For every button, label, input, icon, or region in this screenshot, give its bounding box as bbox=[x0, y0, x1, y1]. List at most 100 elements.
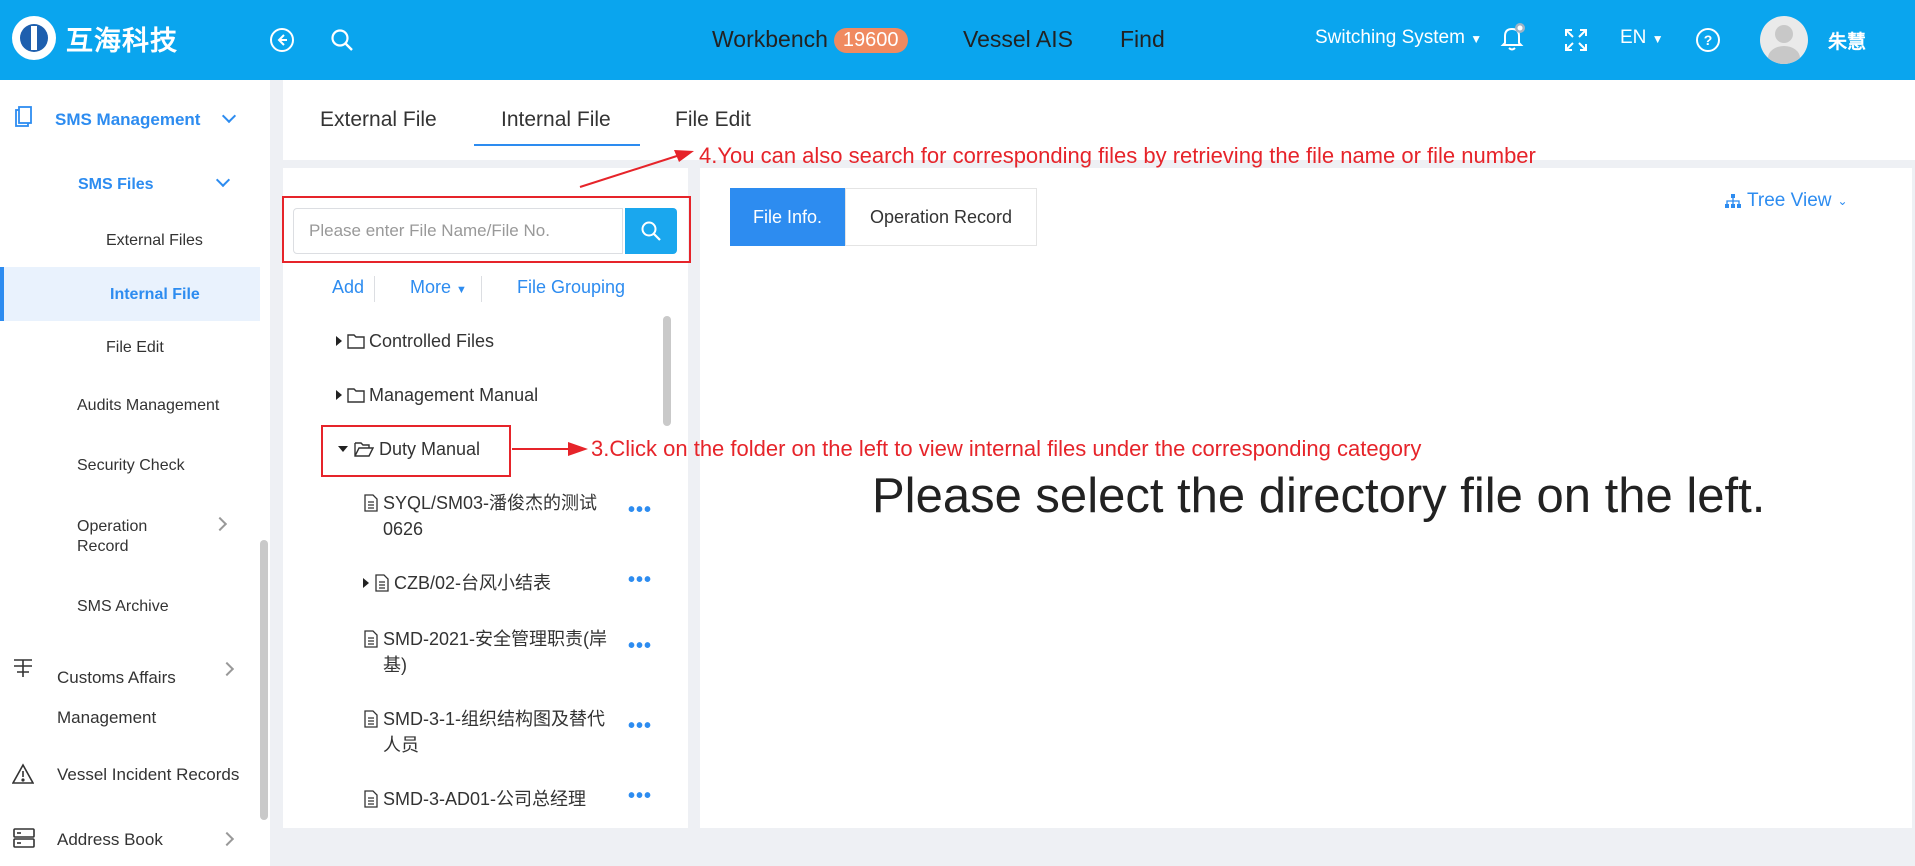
workbench-badge: 19600 bbox=[833, 28, 908, 53]
tree-file[interactable]: SYQL/SM03-潘俊杰的测试0626 bbox=[363, 490, 613, 542]
nav-find[interactable]: Find bbox=[1120, 26, 1165, 53]
toolbar-divider bbox=[481, 276, 482, 302]
tab-internal-file[interactable]: Internal File bbox=[501, 108, 611, 132]
folder-icon bbox=[347, 388, 365, 403]
warning-icon bbox=[11, 763, 35, 790]
sidebar-item-sms-files[interactable]: SMS Files bbox=[78, 176, 154, 194]
tree-label: SMD-3-1-组织结构图及替代人员 bbox=[383, 709, 606, 755]
search-icon[interactable] bbox=[326, 24, 358, 56]
empty-state-message: Please select the directory file on the … bbox=[872, 469, 1766, 523]
sidebar-item-operation-record[interactable]: Operation Record bbox=[77, 517, 187, 557]
chevron-right-icon bbox=[219, 831, 235, 847]
caret-down-icon: ▼ bbox=[456, 284, 467, 296]
file-icon bbox=[364, 630, 378, 648]
more-actions-icon[interactable]: ••• bbox=[628, 499, 652, 522]
expand-caret-icon bbox=[336, 390, 342, 400]
more-actions-icon[interactable]: ••• bbox=[628, 635, 652, 658]
chevron-right-icon bbox=[219, 661, 235, 677]
nav-workbench[interactable]: Workbench 19600 bbox=[712, 26, 908, 53]
clipboard-icon bbox=[12, 106, 34, 133]
bottom-spacer bbox=[283, 828, 1915, 866]
caret-down-icon: ▼ bbox=[1651, 32, 1664, 46]
tree-label: CZB/02-台风小结表 bbox=[394, 573, 552, 593]
sidebar-item-sms-archive[interactable]: SMS Archive bbox=[77, 598, 169, 616]
tree-folder-management-manual[interactable]: Management Manual bbox=[336, 382, 538, 408]
logo-mark-icon bbox=[12, 16, 56, 60]
sidebar-item-customs-affairs-management[interactable]: Customs Affairs Management bbox=[57, 658, 197, 738]
nav-vessel-ais[interactable]: Vessel AIS bbox=[963, 26, 1073, 53]
folder-icon bbox=[347, 334, 365, 349]
sidebar-item-audits-management[interactable]: Audits Management bbox=[77, 397, 219, 415]
fullscreen-icon[interactable] bbox=[1560, 24, 1592, 56]
tab-file-info[interactable]: File Info. bbox=[730, 188, 845, 246]
more-actions-icon[interactable]: ••• bbox=[628, 569, 652, 592]
sidebar-item-sms-management[interactable]: SMS Management bbox=[55, 110, 200, 130]
address-book-icon bbox=[12, 827, 36, 854]
tree-label: SMD-2021-安全管理职责(岸基) bbox=[383, 629, 608, 675]
tree-view-label: Tree View bbox=[1747, 190, 1832, 211]
add-button[interactable]: Add bbox=[332, 277, 364, 298]
sidebar-scrollbar[interactable] bbox=[260, 540, 268, 820]
tree-label: Controlled Files bbox=[369, 331, 495, 351]
chevron-right-icon bbox=[212, 516, 228, 532]
sidebar-item-external-files[interactable]: External Files bbox=[106, 232, 203, 250]
file-icon bbox=[364, 790, 378, 808]
file-grouping-button[interactable]: File Grouping bbox=[517, 277, 625, 298]
file-icon bbox=[364, 710, 378, 728]
tree-file[interactable]: SMD-2021-安全管理职责(岸基) bbox=[363, 626, 613, 678]
more-actions-icon[interactable]: ••• bbox=[628, 785, 652, 808]
language-dropdown[interactable]: EN ▼ bbox=[1620, 27, 1664, 49]
sidebar-item-vessel-incident-records[interactable]: Vessel Incident Records bbox=[57, 765, 239, 785]
tree-scrollbar[interactable] bbox=[663, 316, 671, 426]
notification-bell-icon[interactable] bbox=[1496, 22, 1528, 54]
sidebar-item-internal-file[interactable]: Internal File bbox=[110, 286, 200, 304]
tree-label: SMD-3-AD01-公司总经理 bbox=[383, 789, 587, 809]
more-label: More bbox=[410, 277, 452, 297]
chevron-down-icon bbox=[215, 172, 231, 188]
tab-external-file[interactable]: External File bbox=[320, 108, 437, 132]
file-icon bbox=[375, 574, 389, 592]
avatar[interactable] bbox=[1760, 16, 1808, 64]
file-tree-panel: Add More ▼ File Grouping Controlled File… bbox=[283, 168, 688, 828]
tree-label: Management Manual bbox=[369, 385, 539, 405]
annotation-step4: 4.You can also search for corresponding … bbox=[699, 143, 1536, 168]
tree-file[interactable]: CZB/02-台风小结表 bbox=[363, 570, 551, 596]
svg-text:?: ? bbox=[1704, 32, 1713, 48]
tree-file[interactable]: SMD-3-1-组织结构图及替代人员 bbox=[363, 706, 618, 758]
annotation-box-search bbox=[282, 196, 691, 263]
annotation-step3: 3.Click on the folder on the left to vie… bbox=[591, 436, 1422, 461]
switching-system-label: Switching System bbox=[1315, 27, 1465, 48]
switching-system-dropdown[interactable]: Switching System ▼ bbox=[1315, 27, 1482, 49]
sidebar-item-address-book[interactable]: Address Book bbox=[57, 830, 163, 850]
logo-text: 互海科技 bbox=[66, 25, 178, 56]
file-icon bbox=[364, 494, 378, 512]
help-icon[interactable]: ? bbox=[1692, 24, 1724, 56]
chevron-down-icon bbox=[221, 108, 237, 124]
logo[interactable]: 互海科技 bbox=[12, 16, 178, 60]
top-header: 互海科技 Workbench 19600 Vessel AIS Find Swit… bbox=[0, 0, 1915, 80]
tree-view-dropdown[interactable]: Tree View ⌄ bbox=[1725, 190, 1848, 212]
tree-folder-controlled-files[interactable]: Controlled Files bbox=[336, 328, 494, 354]
sitemap-icon bbox=[1725, 194, 1741, 208]
sidebar-item-security-check[interactable]: Security Check bbox=[77, 457, 185, 475]
tab-operation-record[interactable]: Operation Record bbox=[845, 188, 1037, 246]
customs-icon bbox=[12, 656, 34, 683]
user-name[interactable]: 朱慧 bbox=[1828, 27, 1866, 54]
sidebar: SMS Management SMS Files External Files … bbox=[0, 80, 270, 866]
expand-caret-icon bbox=[336, 336, 342, 346]
back-icon[interactable] bbox=[266, 24, 298, 56]
more-actions-icon[interactable]: ••• bbox=[628, 715, 652, 738]
file-detail-panel: File Info. Operation Record Tree View ⌄ … bbox=[700, 168, 1912, 828]
active-tab-underline bbox=[474, 144, 640, 146]
toolbar-divider bbox=[374, 276, 375, 302]
tree-file[interactable]: SMD-3-AD01-公司总经理 bbox=[363, 786, 586, 812]
expand-caret-icon bbox=[363, 578, 369, 588]
sidebar-item-file-edit[interactable]: File Edit bbox=[106, 339, 164, 357]
nav-workbench-label: Workbench bbox=[712, 26, 828, 52]
chevron-down-icon: ⌄ bbox=[1837, 194, 1848, 208]
language-label: EN bbox=[1620, 27, 1647, 48]
tab-file-edit[interactable]: File Edit bbox=[675, 108, 751, 132]
tree-label: SYQL/SM03-潘俊杰的测试0626 bbox=[383, 493, 598, 539]
more-dropdown[interactable]: More ▼ bbox=[410, 277, 467, 298]
caret-down-icon: ▼ bbox=[1470, 32, 1483, 46]
